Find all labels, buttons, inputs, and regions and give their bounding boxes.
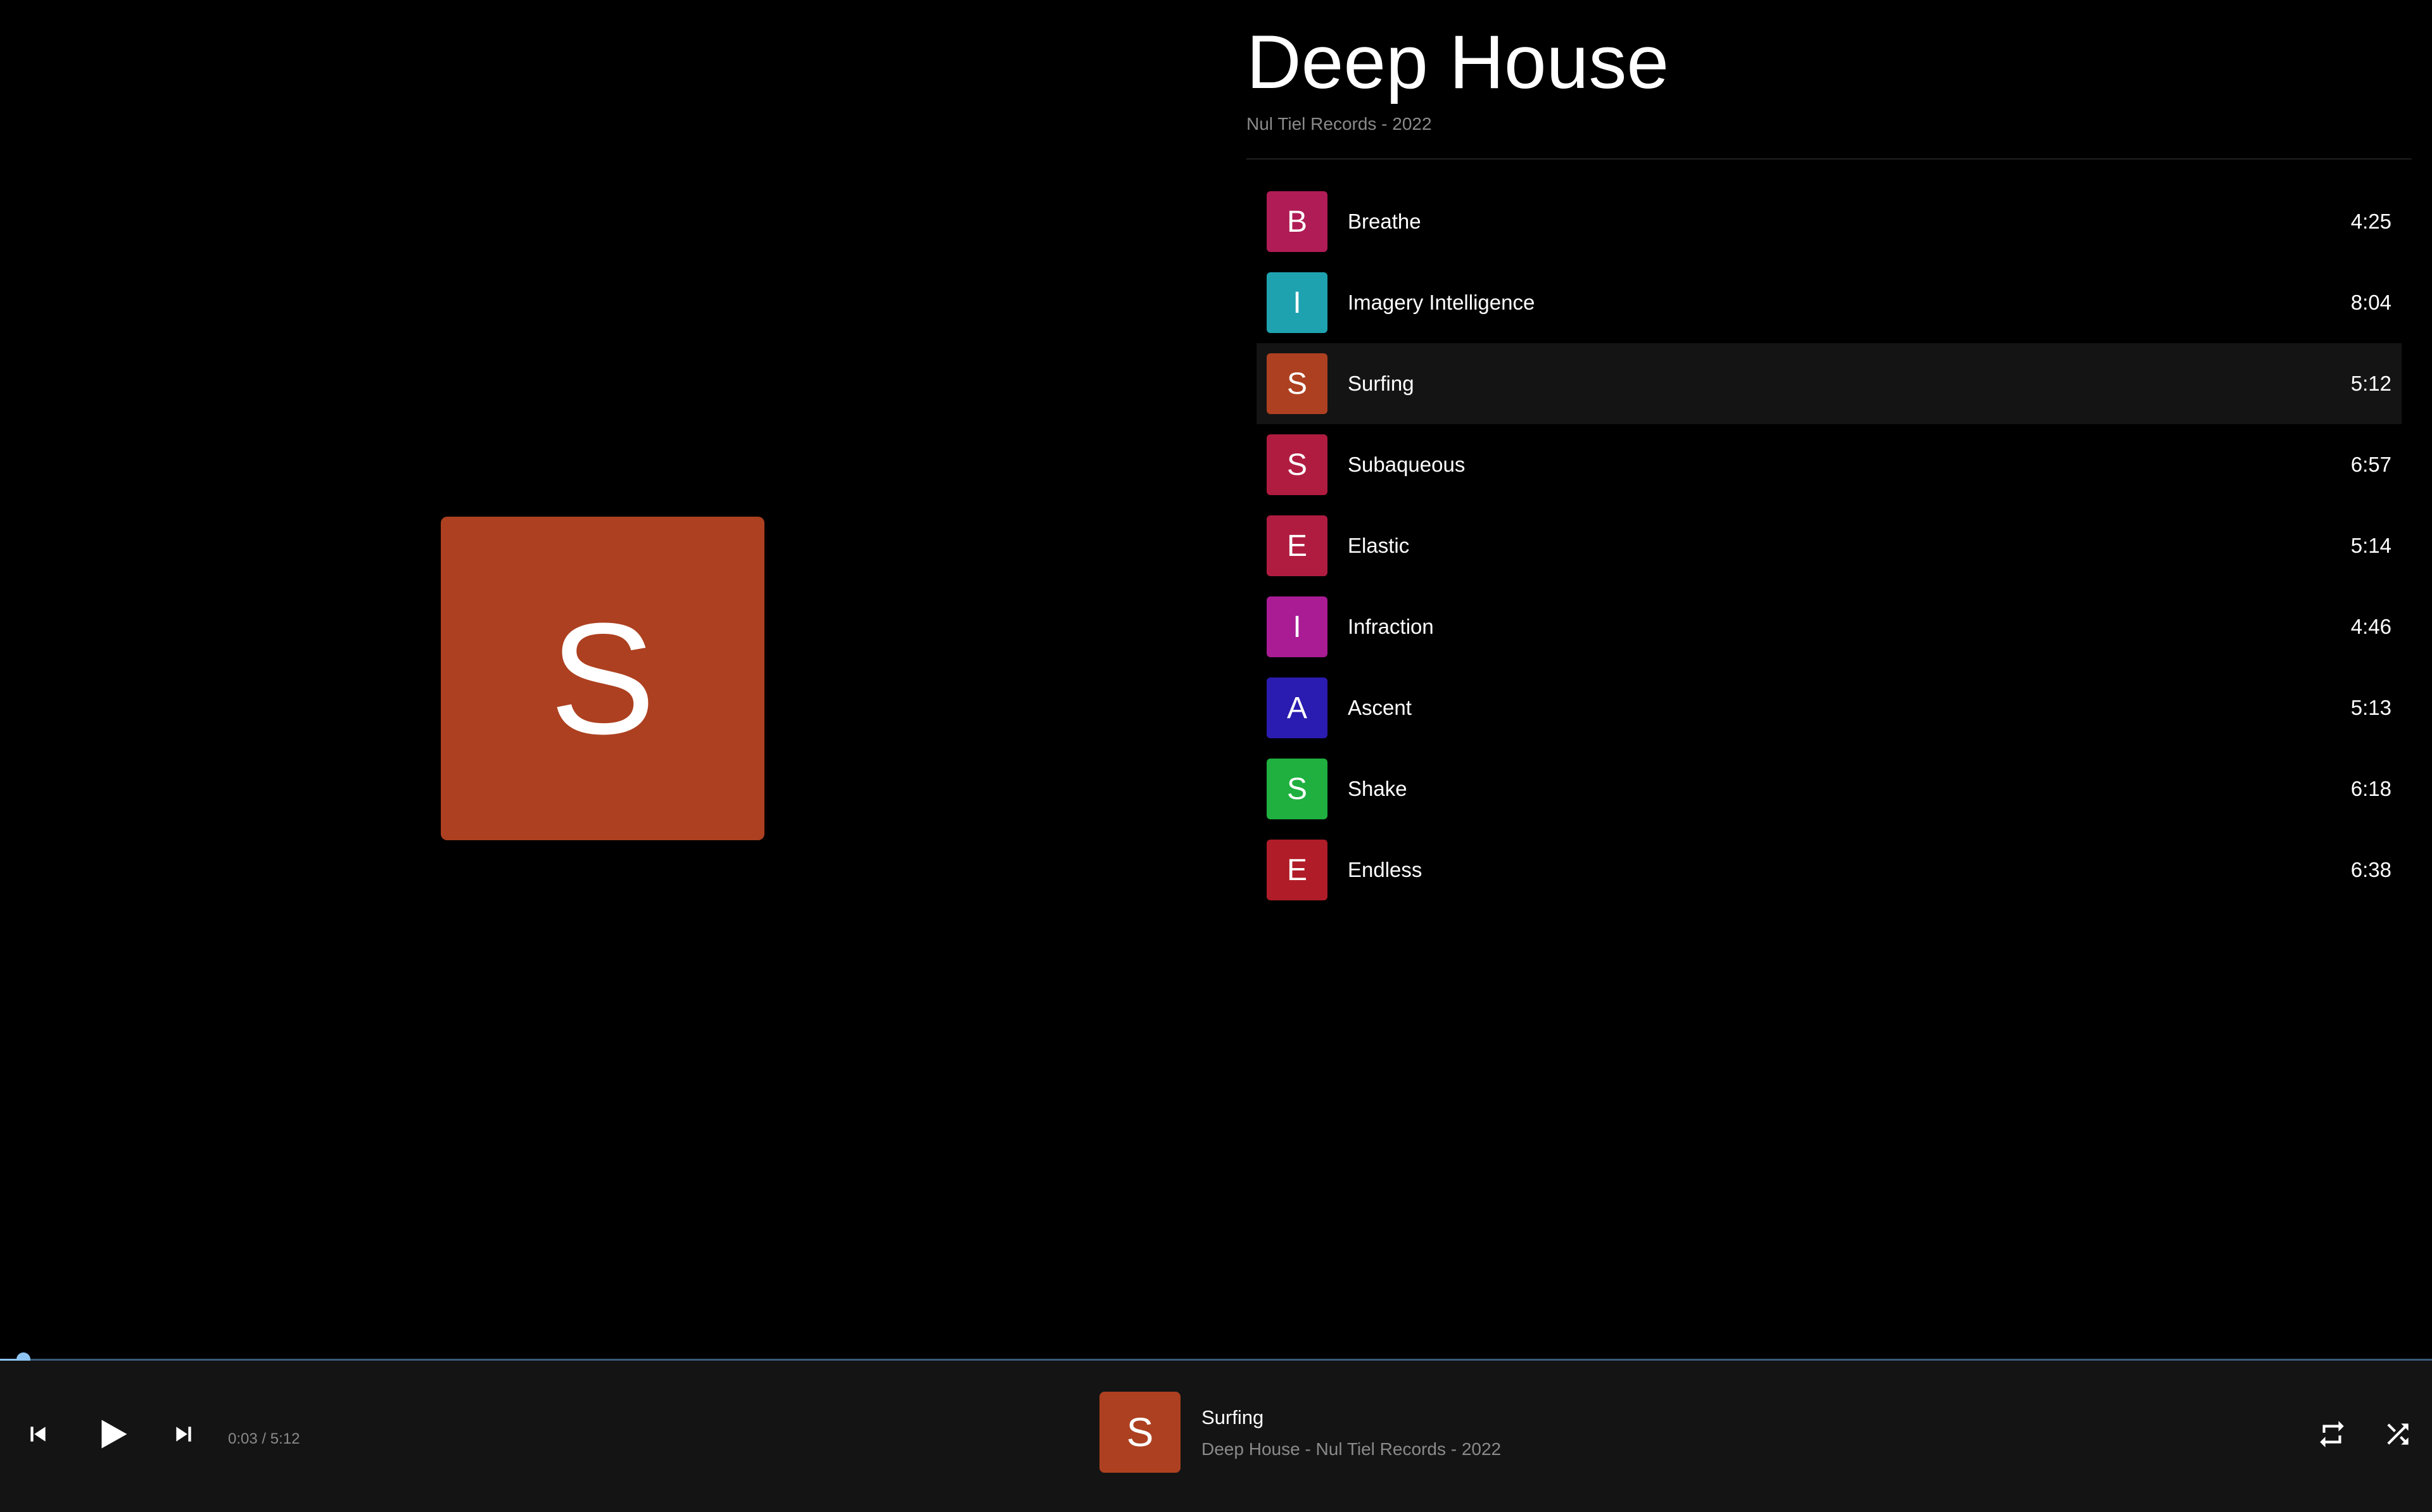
track-duration: 5:14 <box>2350 534 2391 557</box>
track-thumbnail: S <box>1267 434 1327 495</box>
track-row[interactable]: I Infraction 4:46 <box>1257 586 2402 667</box>
track-row[interactable]: E Elastic 5:14 <box>1257 505 2402 586</box>
track-duration: 6:18 <box>2350 777 2391 800</box>
track-duration: 6:38 <box>2350 858 2391 881</box>
track-title: Ascent <box>1348 696 1412 719</box>
divider <box>1246 158 2412 160</box>
skip-previous-icon <box>30 1427 46 1442</box>
time-readout: 0:03 / 5:12 <box>228 1430 300 1447</box>
track-thumbnail: I <box>1267 596 1327 657</box>
now-playing-letter: S <box>1126 1409 1154 1455</box>
repeat-icon <box>2320 1421 2344 1447</box>
track-duration: 5:13 <box>2350 696 2391 719</box>
track-title: Infraction <box>1348 615 1434 638</box>
track-title: Elastic <box>1348 534 1410 557</box>
shuffle-button[interactable] <box>2380 1416 2416 1452</box>
track-thumbnail: E <box>1267 840 1327 900</box>
player-bar: 0:03 / 5:12 S Surfing Deep House - Nul T… <box>0 1361 2432 1512</box>
track-title: Imagery Intelligence <box>1348 291 1535 314</box>
artwork-letter: S <box>550 589 656 767</box>
track-row[interactable]: E Endless 6:38 <box>1257 829 2402 910</box>
skip-next-icon <box>176 1427 191 1442</box>
play-icon <box>101 1420 127 1449</box>
album-subtitle: Nul Tiel Records - 2022 <box>1246 114 1432 134</box>
track-row[interactable]: S Shake 6:18 <box>1257 748 2402 829</box>
track-row[interactable]: A Ascent 5:13 <box>1257 667 2402 748</box>
album-artwork: S <box>441 517 764 840</box>
track-duration: 4:46 <box>2350 615 2391 638</box>
track-title: Endless <box>1348 858 1422 881</box>
track-thumbnail: E <box>1267 515 1327 576</box>
track-title: Subaqueous <box>1348 453 1466 476</box>
previous-button[interactable] <box>23 1419 53 1449</box>
track-title: Shake <box>1348 777 1407 800</box>
track-thumbnail: I <box>1267 272 1327 333</box>
track-duration: 6:57 <box>2350 453 2391 476</box>
track-row[interactable]: I Imagery Intelligence 8:04 <box>1257 262 2402 343</box>
now-playing-title: Surfing <box>1201 1406 1264 1428</box>
shuffle-icon <box>2387 1423 2409 1445</box>
track-title: Surfing <box>1348 372 1414 395</box>
play-button[interactable] <box>92 1411 133 1457</box>
next-button[interactable] <box>168 1419 199 1449</box>
track-duration: 8:04 <box>2350 291 2391 314</box>
now-playing-thumbnail: S <box>1099 1392 1181 1473</box>
repeat-button[interactable] <box>2314 1416 2350 1452</box>
track-thumbnail: B <box>1267 191 1327 252</box>
track-row[interactable]: S Subaqueous 6:57 <box>1257 424 2402 505</box>
track-thumbnail: S <box>1267 759 1327 819</box>
track-duration: 5:12 <box>2350 372 2391 395</box>
track-list: B Breathe 4:25 I Imagery Intelligence 8:04 S Su… <box>1257 181 2402 910</box>
track-duration: 4:25 <box>2350 210 2391 233</box>
music-player-app: S Deep House Nul Tiel Records - 2022 B Br… <box>0 0 2432 1512</box>
album-title: Deep House <box>1246 20 1669 104</box>
track-row[interactable]: B Breathe 4:25 <box>1257 181 2402 262</box>
track-thumbnail: S <box>1267 353 1327 414</box>
now-playing-subtitle: Deep House - Nul Tiel Records - 2022 <box>1201 1439 1502 1459</box>
track-row[interactable]: S Surfing 5:12 <box>1257 343 2402 424</box>
track-title: Breathe <box>1348 210 1421 233</box>
track-thumbnail: A <box>1267 677 1327 738</box>
